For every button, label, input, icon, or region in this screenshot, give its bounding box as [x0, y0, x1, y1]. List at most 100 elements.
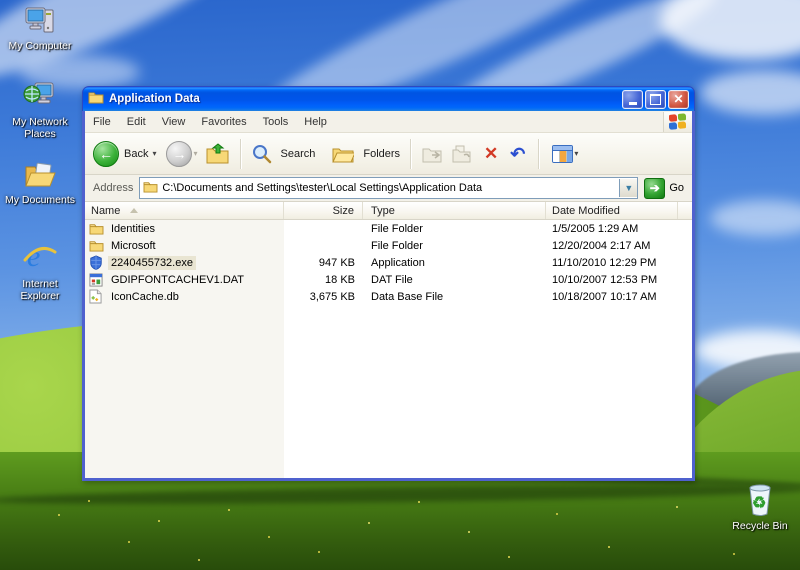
delete-icon[interactable]: ✕ [484, 144, 498, 164]
column-headers: Name Size Type Date Modified [85, 202, 692, 220]
table-row[interactable]: 2240455732.exe 947 KB Application 11/10/201… [85, 254, 692, 271]
file-date-modified-cell: 1/5/2005 1:29 AM [552, 222, 639, 235]
desktop-icon-label: Internet Explorer [20, 278, 60, 302]
window-title: Application Data [109, 93, 200, 105]
file-name-cell[interactable]: 2240455732.exe [85, 255, 284, 270]
menu-bar: File Edit View Favorites Tools Help [85, 111, 692, 133]
desktop: My Computer My Network Places My Documen… [0, 0, 800, 570]
internet-explorer-icon: e [22, 238, 58, 276]
file-size-cell: 18 KB [325, 273, 355, 286]
menu-item-help[interactable]: Help [296, 112, 335, 132]
file-type-cell: Data Base File [371, 290, 444, 303]
table-row[interactable]: IconCache.db 3,675 KB Data Base File 10/18/… [85, 288, 692, 305]
file-date-modified-cell: 10/18/2007 10:17 AM [552, 290, 657, 303]
svg-text:♻: ♻ [752, 495, 766, 512]
file-name-cell[interactable]: Identities [85, 221, 284, 236]
selected-file-name[interactable]: 2240455732.exe [108, 255, 196, 270]
table-row[interactable]: GDIPFONTCACHEV1.DAT 18 KB DAT File 10/10/20… [85, 271, 692, 288]
column-header-date-modified[interactable]: Date Modified [546, 202, 678, 219]
file-name-cell[interactable]: GDIPFONTCACHEV1.DAT [85, 272, 284, 287]
desktop-icon-label: My Network Places [12, 116, 68, 140]
file-type-cell: DAT File [371, 273, 413, 286]
search-icon[interactable] [252, 144, 272, 164]
desktop-icon-my-documents[interactable]: My Documents [2, 158, 78, 206]
windows-logo [663, 111, 692, 132]
menu-item-edit[interactable]: Edit [119, 112, 154, 132]
column-header-name[interactable]: Name [85, 202, 284, 219]
menu-item-tools[interactable]: Tools [255, 112, 297, 132]
column-header-stub [678, 202, 692, 219]
dat-file-icon [89, 272, 104, 287]
desktop-icon-my-network-places[interactable]: My Network Places [2, 78, 78, 140]
title-bar[interactable]: Application Data ✕ [82, 86, 695, 111]
my-computer-icon [23, 4, 57, 38]
table-row[interactable]: Microsoft File Folder 12/20/2004 2:17 AM [85, 237, 692, 254]
desktop-icon-recycle-bin[interactable]: ♻ Recycle Bin [722, 482, 798, 532]
search-label[interactable]: Search [281, 148, 316, 160]
wildflowers [0, 0, 2, 2]
address-dropdown-button[interactable]: ▼ [619, 179, 638, 197]
close-button[interactable]: ✕ [668, 89, 689, 109]
address-folder-icon [143, 180, 158, 196]
file-type-cell: Application [371, 256, 425, 269]
maximize-button[interactable] [645, 89, 666, 109]
toolbar: ← Back ▾ → ▾ Search Folders ✕ ↶ ▾ [85, 133, 692, 175]
file-date-modified-cell: 11/10/2010 12:29 PM [552, 256, 657, 269]
db-file-icon [89, 289, 104, 304]
file-name[interactable]: Microsoft [108, 239, 159, 253]
desktop-icon-label: My Documents [4, 194, 76, 206]
folder-file-icon [89, 238, 104, 253]
forward-button[interactable]: → [166, 140, 193, 167]
menu-item-favorites[interactable]: Favorites [193, 112, 254, 132]
file-rows: Identities File Folder 1/5/2005 1:29 AM Mic… [85, 220, 692, 305]
menu-item-view[interactable]: View [154, 112, 194, 132]
file-name[interactable]: IconCache.db [108, 290, 182, 304]
desktop-icon-label: My Computer [8, 40, 72, 52]
file-list[interactable]: Identities File Folder 1/5/2005 1:29 AM Mic… [85, 220, 692, 478]
minimize-button[interactable] [622, 89, 643, 109]
address-label: Address [93, 182, 134, 194]
cloud [710, 200, 800, 236]
file-name-cell[interactable]: Microsoft [85, 238, 284, 253]
file-name-cell[interactable]: IconCache.db [85, 289, 284, 304]
my-documents-icon [22, 158, 58, 192]
up-button[interactable] [206, 143, 229, 164]
menu-item-file[interactable]: File [85, 112, 119, 132]
folders-label[interactable]: Folders [363, 148, 400, 160]
cloud [700, 70, 800, 115]
address-bar: Address C:\Documents and Settings\tester… [85, 175, 692, 202]
window-folder-icon [88, 90, 104, 109]
recycle-bin-icon: ♻ [743, 482, 777, 518]
file-date-modified-cell: 10/10/2007 12:53 PM [552, 273, 658, 286]
back-button[interactable]: ← [93, 140, 119, 167]
go-label: Go [669, 182, 684, 194]
views-icon[interactable] [552, 144, 574, 163]
file-name[interactable]: Identities [108, 222, 158, 236]
column-header-type[interactable]: Type [363, 202, 546, 219]
column-header-size[interactable]: Size [284, 202, 363, 219]
table-row[interactable]: Identities File Folder 1/5/2005 1:29 AM [85, 220, 692, 237]
folders-icon[interactable] [332, 145, 355, 163]
file-type-cell: File Folder [371, 239, 423, 252]
desktop-icon-my-computer[interactable]: My Computer [2, 4, 78, 52]
file-type-cell: File Folder [371, 222, 423, 235]
back-label[interactable]: Back [124, 148, 148, 160]
address-input[interactable]: C:\Documents and Settings\tester\Local S… [139, 177, 639, 199]
go-button[interactable]: ➔ [644, 177, 666, 199]
menu-bar-items: File Edit View Favorites Tools Help [85, 112, 335, 132]
copy-to-icon[interactable] [452, 144, 474, 163]
forward-dropdown-icon[interactable]: ▾ [193, 149, 197, 158]
file-size-cell: 947 KB [318, 256, 355, 269]
back-dropdown-icon[interactable]: ▾ [152, 149, 156, 158]
file-date-modified-cell: 12/20/2004 2:17 AM [552, 239, 651, 252]
cloud [660, 0, 800, 60]
desktop-icon-label: Recycle Bin [732, 520, 788, 532]
desktop-icon-internet-explorer[interactable]: e Internet Explorer [2, 238, 78, 302]
folder-file-icon [89, 221, 104, 236]
my-network-places-icon [22, 78, 58, 114]
undo-icon[interactable]: ↶ [510, 145, 525, 163]
views-dropdown-icon[interactable]: ▾ [574, 149, 578, 158]
move-to-icon[interactable] [422, 144, 444, 163]
exe-file-icon [89, 255, 104, 270]
file-name[interactable]: GDIPFONTCACHEV1.DAT [108, 273, 247, 287]
